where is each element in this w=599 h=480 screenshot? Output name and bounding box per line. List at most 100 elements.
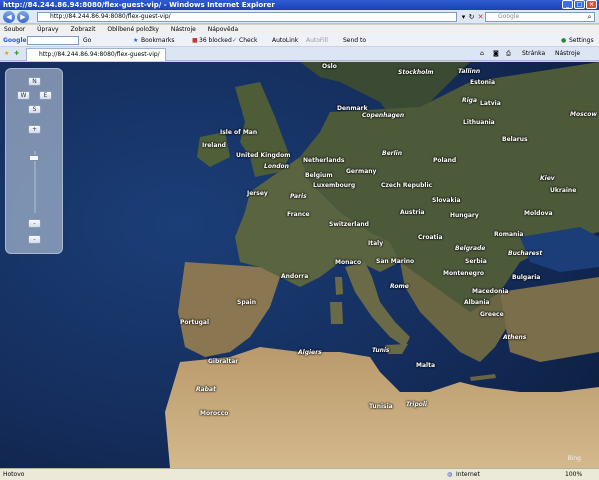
map-label: Bulgaria — [512, 274, 541, 281]
map-label: Denmark — [337, 105, 368, 112]
back-button[interactable]: ◀ — [3, 11, 15, 23]
zoom-out-level-button[interactable]: - — [28, 235, 41, 244]
search-placeholder: Google — [498, 13, 520, 20]
map-label: Belarus — [502, 136, 528, 143]
bookmarks-button[interactable]: Bookmarks — [141, 34, 175, 47]
google-search-input[interactable] — [27, 36, 79, 45]
map-label: Latvia — [480, 100, 501, 107]
map-label: Monaco — [335, 259, 362, 266]
map-label: Oslo — [322, 63, 337, 70]
map-label: Athens — [503, 334, 527, 341]
address-url: http://84.244.86.94:8080/flex-guest-vip/ — [50, 13, 171, 20]
map-label: Riga — [462, 97, 478, 104]
pan-east-button[interactable]: E — [39, 91, 52, 100]
map-label: Algiers — [298, 349, 322, 356]
status-text: Hotovo — [3, 471, 25, 478]
map-label: Netherlands — [303, 157, 345, 164]
add-favorites-icon[interactable]: ✚ — [14, 47, 19, 61]
map-label: Croatia — [418, 234, 443, 241]
zoom-in-button[interactable]: + — [28, 125, 41, 134]
map-label: Romania — [494, 231, 524, 238]
map-label: Spain — [237, 299, 256, 306]
map-label: Kiev — [540, 175, 555, 182]
map-attribution: Bing — [567, 455, 581, 462]
map-label: Berlin — [382, 150, 402, 157]
window-title-bar: http://84.244.86.94:8080/flex-guest-vip/… — [0, 0, 599, 10]
map-label: Stockholm — [398, 69, 434, 76]
map-label: Portugal — [180, 319, 210, 326]
maximize-button[interactable]: □ — [574, 0, 585, 9]
settings-button[interactable]: Settings — [569, 34, 594, 47]
map-label: Ukraine — [550, 187, 577, 194]
map-label: Switzerland — [329, 221, 369, 228]
autolink-button[interactable]: AutoLink — [272, 34, 298, 47]
map-label: Hungary — [450, 212, 479, 219]
search-icon[interactable]: ⌕ — [585, 13, 594, 21]
refresh-icon[interactable]: ↻ — [467, 13, 476, 21]
map-label: Slovakia — [432, 197, 461, 204]
map-label: Paris — [290, 193, 307, 200]
stop-icon[interactable]: ✕ — [476, 13, 485, 21]
menu-edit[interactable]: Úpravy — [37, 26, 58, 33]
map-label: Moscow — [570, 111, 597, 118]
autofill-button[interactable]: AutoFill — [306, 34, 328, 47]
map-label: United Kingdom — [236, 152, 291, 159]
menu-view[interactable]: Zobrazit — [71, 26, 96, 33]
zoom-level[interactable]: 100% — [565, 469, 582, 480]
menu-help[interactable]: Nápověda — [208, 26, 238, 33]
send-to-button[interactable]: Send to — [343, 34, 366, 47]
pan-west-button[interactable]: W — [17, 91, 30, 100]
page-menu[interactable]: Stránka — [522, 47, 545, 61]
map-label: Moldova — [524, 210, 553, 217]
print-icon[interactable]: ⎙ — [506, 47, 511, 61]
map-label: Germany — [346, 168, 377, 175]
map-label: London — [264, 163, 289, 170]
close-button[interactable]: × — [586, 0, 597, 9]
map-label: Macedonia — [472, 288, 509, 295]
map-label: Isle of Man — [220, 129, 258, 136]
map-label: Tripoli — [406, 401, 427, 408]
google-brand: Google — [3, 37, 27, 44]
pan-south-button[interactable]: S — [28, 105, 41, 114]
map-label: Albania — [464, 299, 490, 306]
map-label: Bucharest — [508, 250, 543, 257]
map-label: France — [287, 211, 310, 218]
minimize-button[interactable]: _ — [562, 0, 573, 9]
map-view[interactable]: Oslo Stockholm Tallinn Estonia Riga Latv… — [0, 62, 599, 468]
zoom-out-button[interactable]: - — [28, 219, 41, 228]
settings-icon: ● — [561, 37, 567, 44]
feeds-icon[interactable]: ◙ — [493, 47, 499, 61]
check-button[interactable]: Check — [239, 34, 257, 47]
forward-button[interactable]: ▶ — [17, 11, 29, 23]
map-label: Tunis — [372, 347, 390, 354]
map-label: Tallinn — [458, 68, 481, 75]
tab-label: http://84.244.86.94:8080/flex-guest-vip/ — [39, 51, 160, 58]
map-label: Estonia — [470, 79, 496, 86]
address-bar[interactable]: http://84.244.86.94:8080/flex-guest-vip/ — [37, 12, 457, 22]
check-icon: ✓ — [232, 37, 238, 44]
map-label: Rome — [390, 283, 409, 290]
search-input[interactable]: Google — [485, 12, 595, 22]
internet-zone-icon: ◍ — [447, 471, 453, 478]
home-icon[interactable]: ⌂ — [480, 47, 484, 61]
tab-active[interactable]: http://84.244.86.94:8080/flex-guest-vip/ — [26, 48, 166, 61]
pan-north-button[interactable]: N — [28, 77, 41, 86]
menu-favorites[interactable]: Oblíbené položky — [107, 26, 159, 33]
map-label: Andorra — [281, 273, 309, 280]
menu-tools[interactable]: Nástroje — [171, 26, 196, 33]
map-label: Tunisia — [369, 403, 393, 410]
map-label: Belgrade — [455, 245, 486, 252]
map-label: Morocco — [200, 410, 229, 417]
favorites-star-icon[interactable]: ★ — [4, 47, 9, 61]
map-label: Ireland — [202, 142, 226, 149]
google-go-button[interactable]: Go — [83, 34, 91, 47]
map-label: Copenhagen — [362, 112, 405, 119]
menu-file[interactable]: Soubor — [4, 26, 25, 33]
tools-menu[interactable]: Nástroje — [555, 47, 580, 61]
popup-blocked-button[interactable]: 36 blocked — [199, 34, 232, 47]
map-label: Italy — [368, 240, 384, 247]
map-label: Poland — [433, 157, 457, 164]
map-label: San Marino — [376, 258, 415, 265]
zoom-slider-thumb[interactable] — [29, 155, 39, 161]
bookmarks-icon[interactable]: ★ — [133, 34, 138, 47]
